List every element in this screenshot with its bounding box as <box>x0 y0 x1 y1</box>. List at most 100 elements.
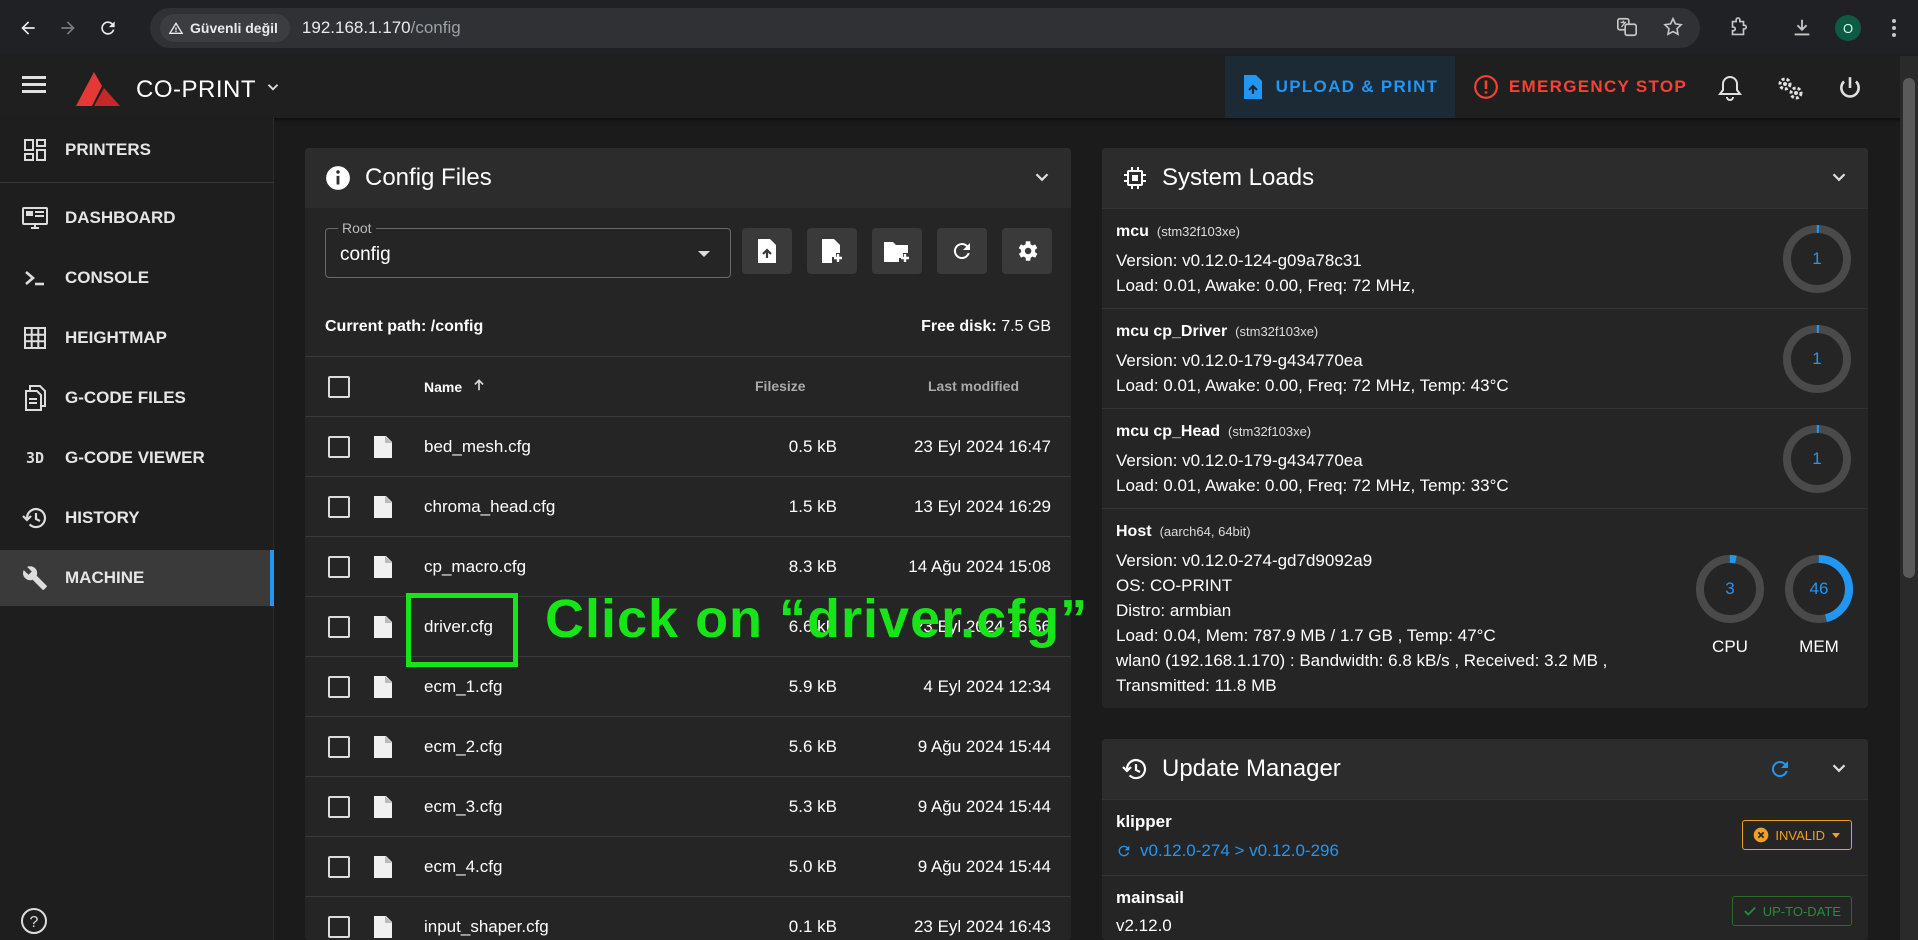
sidebar-item-gcode-files[interactable]: G-CODE FILES <box>0 370 274 426</box>
security-label: Güvenli değil <box>190 20 278 36</box>
upload-file-button[interactable] <box>742 228 792 274</box>
config-files-header[interactable]: Config Files <box>305 148 1071 208</box>
monitor-dashboard-icon <box>20 203 50 233</box>
file-icon <box>373 855 393 884</box>
row-checkbox[interactable] <box>328 916 350 938</box>
sidebar-item-gcode-viewer[interactable]: 3D G-CODE VIEWER <box>0 430 274 486</box>
table-row[interactable]: ecm_3.cfg 5.3 kB 9 Ağu 2024 15:44 <box>305 776 1071 836</box>
scrollbar-thumb[interactable] <box>1903 78 1915 578</box>
chevron-down-icon[interactable] <box>264 78 282 101</box>
information-icon <box>325 165 351 191</box>
browser-menu-icon[interactable] <box>1880 14 1908 42</box>
new-file-button[interactable] <box>807 228 857 274</box>
folder-plus-icon <box>884 242 909 262</box>
row-checkbox[interactable] <box>328 436 350 458</box>
klipper-version-link[interactable]: v0.12.0-274 > v0.12.0-296 <box>1116 841 1339 861</box>
file-icon <box>373 675 393 704</box>
menu-hamburger-icon[interactable] <box>22 76 46 94</box>
3d-icon: 3D <box>25 449 45 467</box>
invalid-badge[interactable]: INVALID <box>1742 820 1852 850</box>
bell-notification-icon[interactable] <box>1716 74 1744 102</box>
update-row-mainsail: mainsail v2.12.0 UP-TO-DATE <box>1102 875 1868 940</box>
profile-avatar[interactable]: O <box>1834 14 1862 42</box>
current-path: Current path: /config <box>325 318 484 335</box>
mcu-cp-head-block: mcu cp_Head (stm32f103xe) Version: v0.12.… <box>1102 408 1868 508</box>
sidebar-item-history[interactable]: HISTORY <box>0 490 274 546</box>
column-last-modified[interactable]: Last modified <box>928 378 1019 394</box>
page-scrollbar[interactable] <box>1900 56 1918 940</box>
sidebar-item-heightmap[interactable]: HEIGHTMAP <box>0 310 274 366</box>
root-select[interactable]: Root config <box>325 220 731 278</box>
settings-button[interactable] <box>1002 228 1052 274</box>
back-arrow-icon[interactable] <box>16 16 40 40</box>
row-checkbox[interactable] <box>328 856 350 878</box>
grid-icon <box>20 323 50 353</box>
extensions-puzzle-icon[interactable] <box>1724 14 1752 42</box>
mcu-cp-head-gauge: 1 <box>1782 424 1852 494</box>
select-all-checkbox[interactable] <box>328 376 350 398</box>
download-icon[interactable] <box>1788 14 1816 42</box>
row-checkbox[interactable] <box>328 496 350 518</box>
table-row[interactable]: ecm_4.cfg 5.0 kB 9 Ağu 2024 15:44 <box>305 836 1071 896</box>
column-filesize[interactable]: Filesize <box>755 378 806 394</box>
file-icon <box>373 795 393 824</box>
mcu-cp-driver-block: mcu cp_Driver (stm32f103xe) Version: v0.1… <box>1102 308 1868 408</box>
update-row-klipper: klipper v0.12.0-274 > v0.12.0-296 INVALI… <box>1102 799 1868 875</box>
bookmark-star-icon[interactable] <box>1662 16 1684 38</box>
help-circle-icon[interactable]: ? <box>20 907 48 940</box>
table-row[interactable]: cp_macro.cfg 8.3 kB 14 Ağu 2024 15:08 <box>305 536 1071 596</box>
config-files-panel: Config Files Root config Current path: /… <box>305 148 1071 940</box>
row-checkbox[interactable] <box>328 676 350 698</box>
sidebar: PRINTERS DASHBOARD CONSOLE HEIGHTMAP G-C… <box>0 118 274 940</box>
cogs-settings-icon[interactable] <box>1776 74 1804 102</box>
chevron-down-icon[interactable] <box>1031 166 1053 193</box>
power-icon[interactable] <box>1836 74 1864 102</box>
security-chip[interactable]: Güvenli değil <box>160 14 290 42</box>
chevron-down-icon[interactable] <box>1828 166 1850 193</box>
row-checkbox[interactable] <box>328 736 350 758</box>
sidebar-item-dashboard[interactable]: DASHBOARD <box>0 190 274 246</box>
host-block: Host (aarch64, 64bit) Version: v0.12.0-27… <box>1102 508 1868 708</box>
table-row[interactable]: bed_mesh.cfg 0.5 kB 23 Eyl 2024 16:47 <box>305 416 1071 476</box>
arrow-up-icon <box>472 378 486 395</box>
sidebar-item-machine[interactable]: MACHINE <box>0 550 274 606</box>
new-folder-button[interactable] <box>872 228 922 274</box>
file-icon <box>373 495 393 524</box>
refresh-icon[interactable] <box>1768 757 1792 786</box>
highlight-box <box>406 593 518 667</box>
browser-toolbar: Güvenli değil 192.168.1.170/config O <box>0 0 1918 56</box>
sidebar-item-console[interactable]: CONSOLE <box>0 250 274 306</box>
alert-circle-icon <box>1473 75 1498 99</box>
forward-arrow-icon[interactable] <box>56 16 80 40</box>
reload-icon[interactable] <box>96 16 120 40</box>
table-row[interactable]: ecm_2.cfg 5.6 kB 9 Ağu 2024 15:44 <box>305 716 1071 776</box>
row-checkbox[interactable] <box>328 796 350 818</box>
chevron-down-icon[interactable] <box>1828 757 1850 784</box>
table-header: Name Filesize Last modified <box>305 356 1071 416</box>
brand-name[interactable]: CO-PRINT <box>136 76 256 104</box>
svg-text:?: ? <box>30 914 39 931</box>
update-manager-header[interactable]: Update Manager <box>1102 739 1868 799</box>
caret-down-icon <box>698 251 710 257</box>
refresh-icon <box>953 243 970 260</box>
row-checkbox[interactable] <box>328 616 350 638</box>
sidebar-item-printers[interactable]: PRINTERS <box>0 122 274 178</box>
caret-down-icon <box>1832 833 1840 838</box>
cpu-gauge: 3 <box>1695 554 1765 624</box>
refresh-button[interactable] <box>937 228 987 274</box>
mem-gauge: 46 <box>1784 554 1854 624</box>
sidebar-divider <box>0 182 274 183</box>
current-path-row: Current path: /config Free disk: 7.5 GB <box>325 318 1051 336</box>
table-row[interactable]: chroma_head.cfg 1.5 kB 13 Eyl 2024 16:29 <box>305 476 1071 536</box>
upload-print-button[interactable]: UPLOAD & PRINT <box>1225 56 1455 118</box>
row-checkbox[interactable] <box>328 556 350 578</box>
system-loads-header[interactable]: System Loads <box>1102 148 1868 208</box>
address-bar[interactable]: Güvenli değil 192.168.1.170/config <box>150 8 1700 48</box>
mcu-cp-driver-gauge: 1 <box>1782 324 1852 394</box>
file-upload-icon <box>758 239 776 263</box>
table-row[interactable]: input_shaper.cfg 0.1 kB 23 Eyl 2024 16:4… <box>305 896 1071 940</box>
column-name[interactable]: Name <box>424 378 486 395</box>
translate-icon[interactable] <box>1616 16 1638 38</box>
emergency-stop-button[interactable]: EMERGENCY STOP <box>1460 56 1700 118</box>
history-icon <box>20 503 50 533</box>
